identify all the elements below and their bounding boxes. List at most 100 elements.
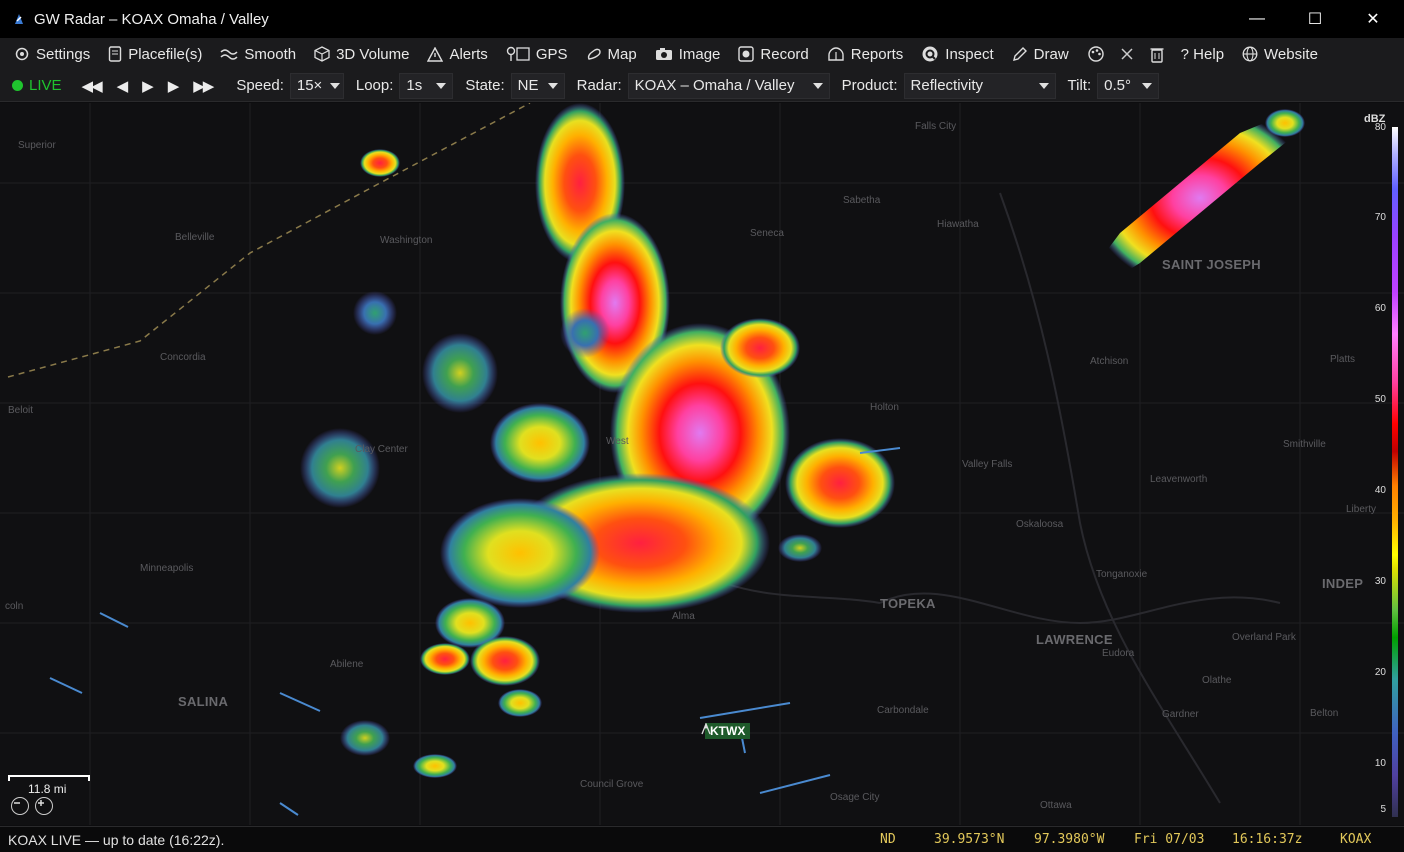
step-back-button[interactable]: ◀ (117, 77, 128, 95)
radar-value: KOAX – Omaha / Valley (634, 77, 795, 94)
map-label: Carbondale (877, 705, 929, 716)
product-select[interactable]: Reflectivity (903, 72, 1056, 99)
inspect-button[interactable]: Inspect (921, 45, 994, 63)
state-label: State: (465, 77, 505, 94)
color-legend-tick: 40 (1374, 485, 1386, 496)
chevron-down-icon (1142, 82, 1153, 89)
live-button[interactable]: LIVE (29, 77, 62, 94)
smooth-icon (220, 49, 238, 60)
zoom-out-icon (14, 802, 20, 804)
document-icon (109, 46, 122, 62)
control-bar: LIVE ◀◀ ◀ ▶ ▶ ▶▶ Speed: 15× Loop: 1s Sta… (0, 70, 1404, 102)
speed-label: Speed: (236, 77, 284, 94)
3d-volume-button[interactable]: 3D Volume (314, 46, 409, 63)
close-icon (1121, 48, 1133, 60)
color-legend-tick: 80 (1374, 122, 1386, 133)
radar-site-marker[interactable]: KTWX (701, 723, 751, 739)
alerts-button[interactable]: Alerts (427, 45, 488, 63)
record-icon (738, 46, 755, 62)
tilt-label: Tilt: (1067, 77, 1092, 94)
placefiles-label: Placefile(s) (128, 45, 203, 63)
map-label: Clay Center (355, 444, 408, 455)
help-button[interactable]: ? Help (1181, 46, 1224, 63)
camera-icon (655, 48, 672, 60)
scale-label: 11.8 mi (28, 782, 67, 796)
speed-select[interactable]: 15× (289, 72, 344, 99)
color-legend-tick: 10 (1374, 758, 1386, 769)
draw-button[interactable]: Draw (1012, 46, 1069, 63)
image-label: Image (678, 45, 721, 63)
warning-triangle-icon (427, 46, 444, 62)
status-message: KOAX LIVE — up to date (16:22z). (8, 832, 225, 848)
step-forward-button[interactable]: ▶ (168, 77, 179, 95)
menu-bar: Settings Placefile(s) Smooth 3D Volume A… (0, 38, 1404, 70)
skip-last-button[interactable]: ▶▶ (193, 77, 214, 95)
map-icon (587, 48, 601, 60)
status-date: Fri 07/03 (1134, 832, 1205, 847)
zoom-in-icon (38, 800, 44, 806)
chevron-down-icon (1038, 82, 1049, 89)
speed-value: 15× (296, 77, 323, 94)
radar-map[interactable]: Falls City Superior Belleville Washingto… (0, 103, 1404, 825)
color-legend-tick: 30 (1374, 576, 1386, 587)
radar-select[interactable]: KOAX – Omaha / Valley (627, 72, 830, 99)
map-label: Sabetha (843, 195, 881, 206)
color-legend-tick: 20 (1374, 667, 1386, 678)
title-bar: GW Radar – KOAX Omaha / Valley — ☐ ✕ (0, 0, 1404, 38)
map-label: Ottawa (1040, 800, 1072, 811)
close-button[interactable]: ✕ (1344, 0, 1402, 38)
product-label: Product: (841, 77, 898, 94)
chevron-down-icon (436, 82, 447, 89)
status-time: 16:16:37z (1232, 832, 1303, 847)
trash-button[interactable] (1149, 46, 1165, 63)
map-button[interactable]: Map (586, 46, 637, 63)
inspect-icon (922, 46, 938, 62)
cube-icon (314, 46, 330, 62)
placefiles-button[interactable]: Placefile(s) (108, 46, 202, 63)
gps-button[interactable]: GPS (506, 46, 568, 63)
map-label: Gardner (1162, 709, 1199, 720)
3d-volume-label: 3D Volume (336, 45, 410, 63)
website-label: Website (1264, 45, 1318, 63)
smooth-button[interactable]: Smooth (220, 46, 296, 63)
color-legend-tick: 60 (1374, 303, 1386, 314)
image-button[interactable]: Image (655, 45, 721, 63)
map-label: Superior (18, 140, 56, 151)
tilt-select[interactable]: 0.5° (1097, 72, 1160, 99)
status-radar: KOAX (1340, 832, 1372, 847)
color-legend-bar (1392, 127, 1398, 817)
loop-select[interactable]: 1s (399, 72, 454, 99)
map-label: SALINA (178, 694, 229, 709)
state-select[interactable]: NE (510, 72, 565, 99)
palette-icon (1087, 46, 1104, 62)
status-latitude: 39.9573°N (934, 832, 1005, 847)
color-legend-tick: 5 (1380, 804, 1386, 815)
reflectivity-echoes (49, 103, 1310, 816)
map-label: Hiawatha (937, 219, 979, 230)
map-label: Seneca (750, 228, 784, 239)
live-indicator-icon (12, 80, 23, 91)
product-value: Reflectivity (910, 77, 984, 94)
zoom-in-button[interactable] (35, 797, 53, 815)
palette-button[interactable] (1087, 45, 1105, 63)
record-button[interactable]: Record (738, 46, 809, 63)
reports-button[interactable]: Reports (827, 46, 903, 63)
settings-button[interactable]: Settings (14, 46, 90, 63)
alerts-label: Alerts (449, 45, 488, 63)
skip-first-button[interactable]: ◀◀ (82, 77, 103, 95)
clear-drawing-button[interactable] (1121, 48, 1133, 60)
map-label: TOPEKA (880, 596, 936, 611)
minimize-button[interactable]: — (1228, 0, 1286, 38)
zoom-out-button[interactable] (11, 797, 29, 815)
website-button[interactable]: Website (1242, 46, 1318, 63)
maximize-button[interactable]: ☐ (1286, 0, 1344, 38)
globe-icon (1242, 46, 1258, 62)
map-label: Minneapolis (140, 563, 194, 574)
gps-pin-icon (506, 46, 530, 61)
map-label: Tonganoxie (1096, 569, 1148, 580)
help-label: ? Help (1180, 45, 1225, 63)
map-label: Smithville (1283, 439, 1326, 450)
play-button[interactable]: ▶ (142, 77, 153, 95)
chevron-down-icon (547, 82, 558, 89)
color-legend: dBZ 80 70 60 50 40 30 20 10 5 (1352, 103, 1404, 825)
